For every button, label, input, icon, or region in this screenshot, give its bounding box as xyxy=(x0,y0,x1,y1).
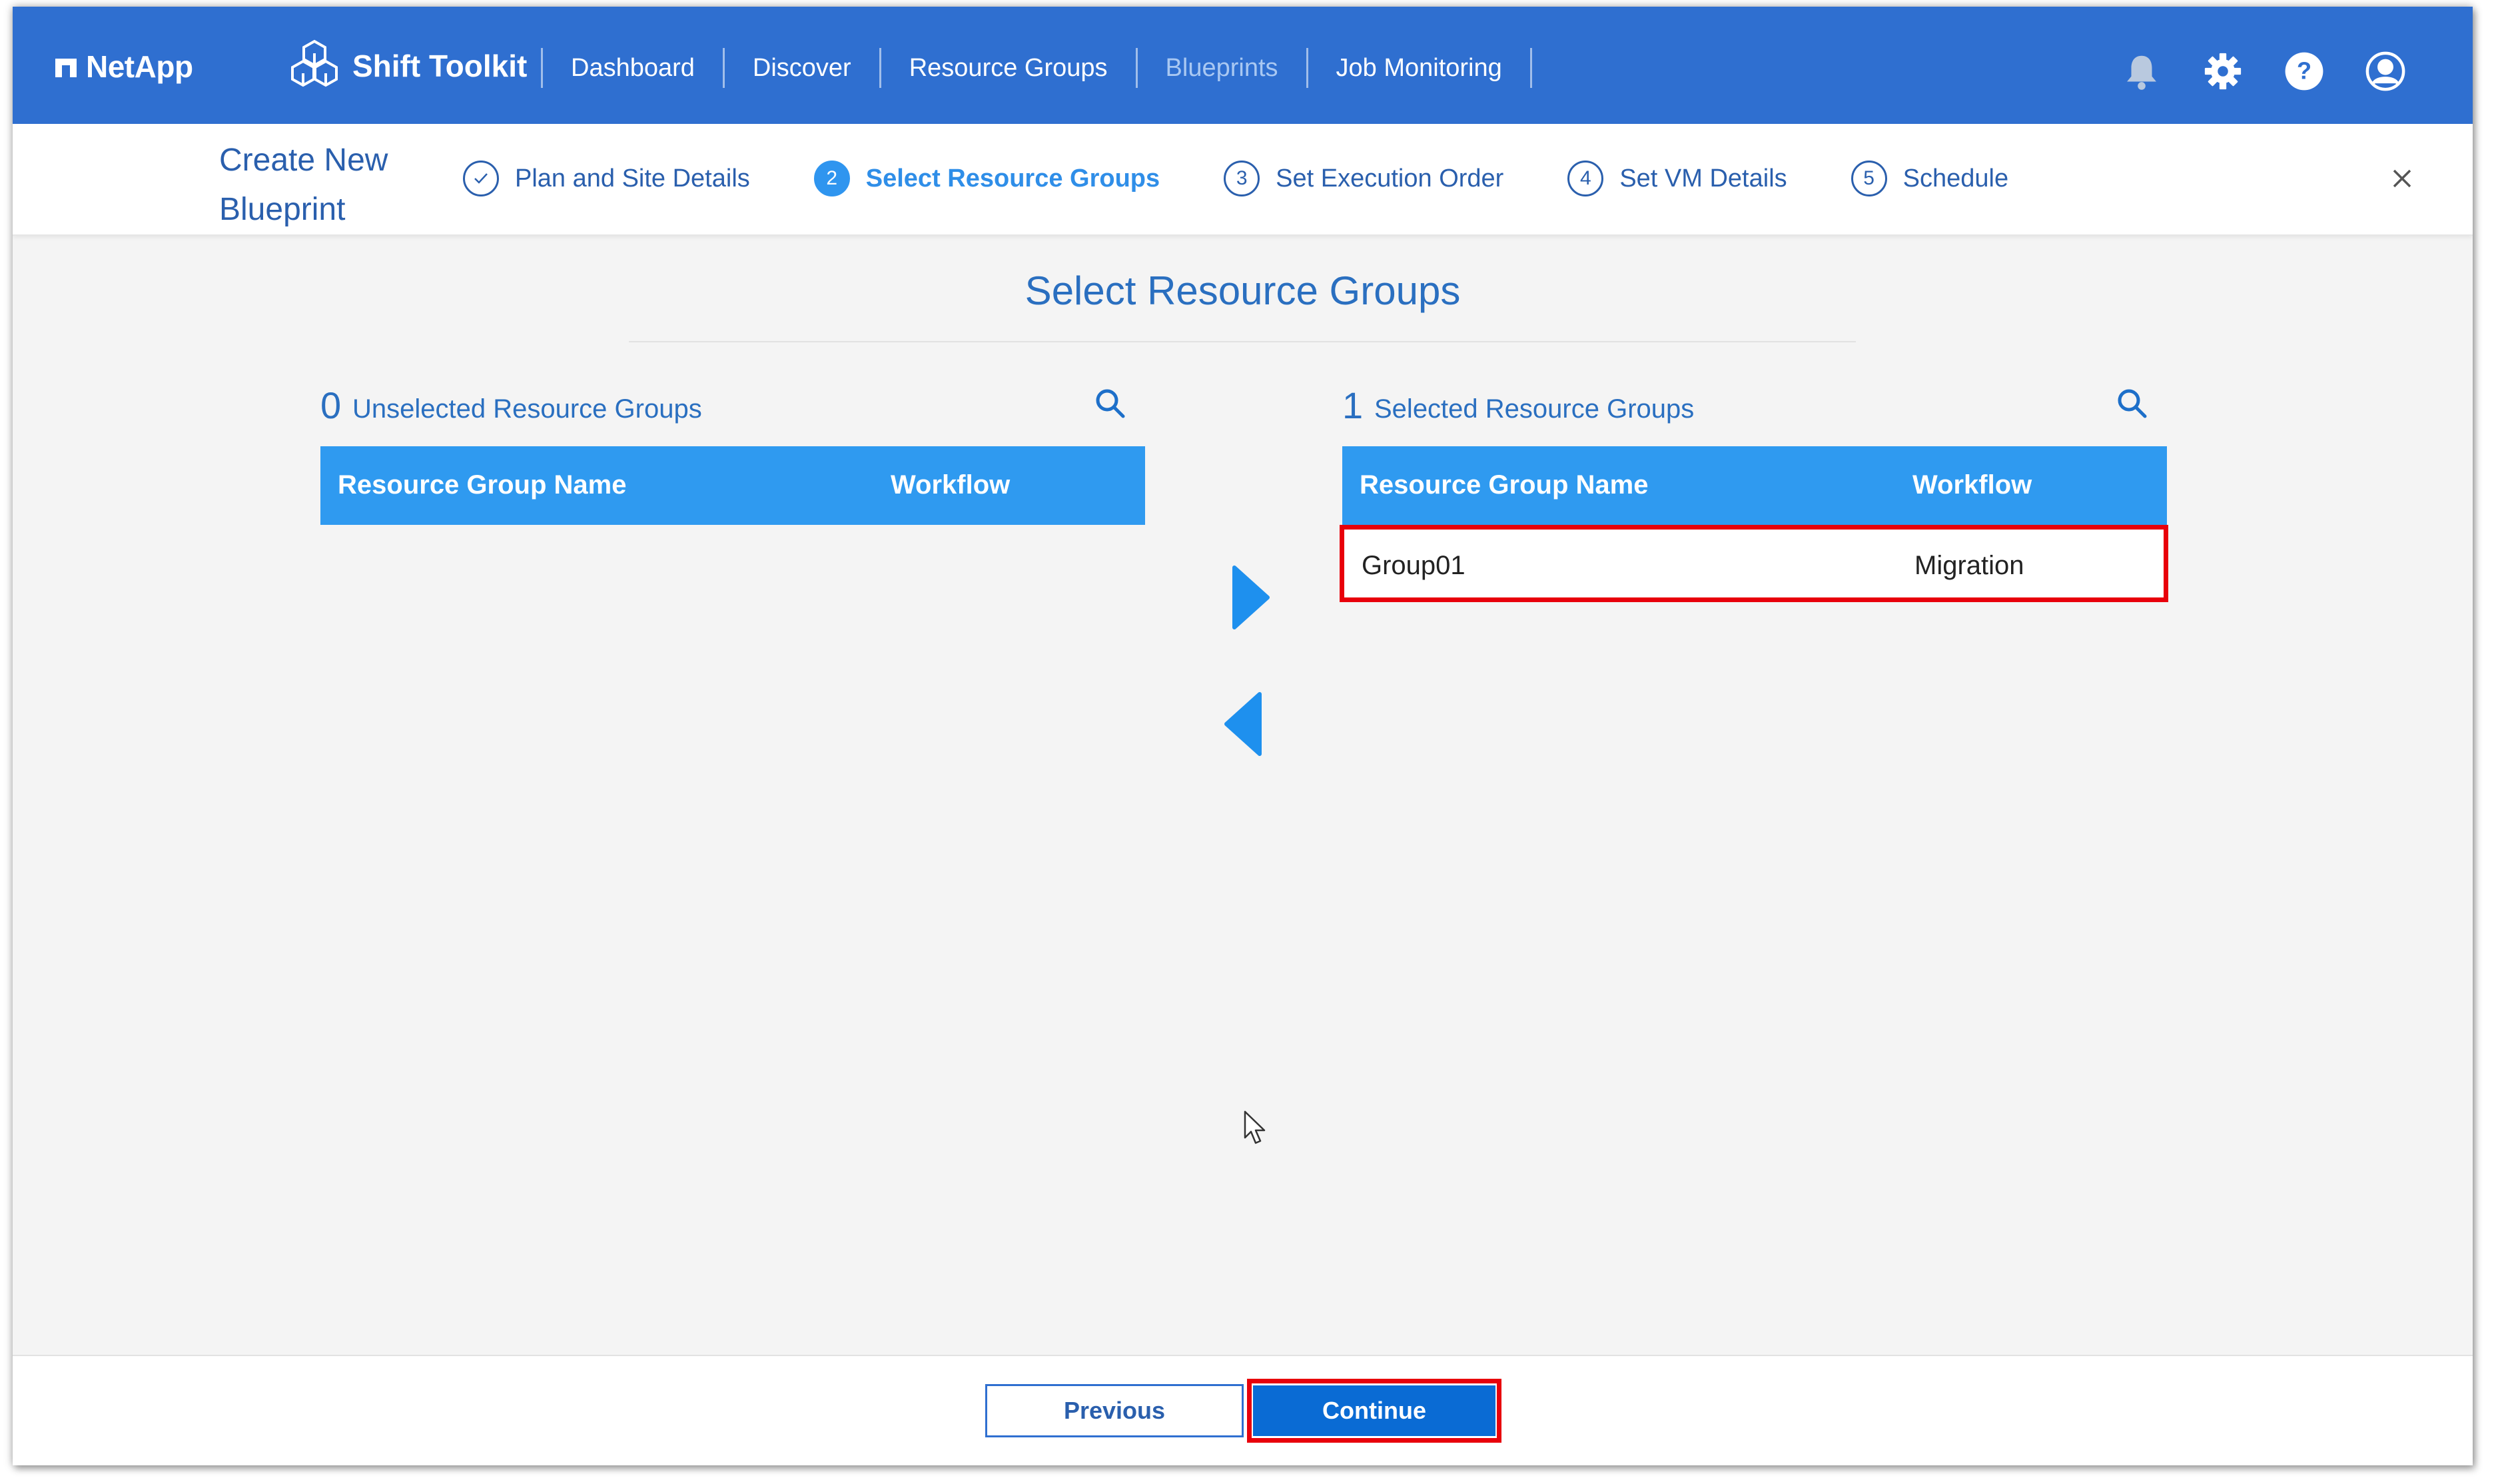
checkmark-icon xyxy=(463,161,499,196)
column-header-resource-group-name[interactable]: Resource Group Name xyxy=(1360,470,1648,500)
resource-group-name-cell: Group01 xyxy=(1362,551,1465,580)
heading-divider xyxy=(629,341,1856,342)
panel-title: Selected Resource Groups xyxy=(1374,394,1695,424)
workflow-cell: Migration xyxy=(1914,551,2024,580)
step-number: 3 xyxy=(1224,161,1260,196)
table-header: Resource Group Name Workflow xyxy=(320,446,1145,525)
step-label: Plan and Site Details xyxy=(515,164,750,192)
product-name: Shift Toolkit xyxy=(352,49,528,83)
selected-count: 1 xyxy=(1342,384,1364,426)
shift-toolkit-icon xyxy=(291,39,338,87)
step-label: Set VM Details xyxy=(1619,164,1787,192)
move-left-button[interactable] xyxy=(1221,687,1268,761)
netapp-logo[interactable]: NetApp xyxy=(54,47,193,87)
top-navigation: NetApp Shift Toolkit Dashboard Discover … xyxy=(13,7,2473,124)
step-select-resource-groups[interactable]: 2 Select Resource Groups xyxy=(813,161,1160,196)
nav-discover[interactable]: Discover xyxy=(725,48,879,88)
main-nav: Dashboard Discover Resource Groups Bluep… xyxy=(541,48,1532,88)
table-header: Resource Group Name Workflow xyxy=(1342,446,2167,525)
nav-divider xyxy=(1529,48,1532,88)
step-label: Schedule xyxy=(1902,164,2009,192)
search-icon[interactable] xyxy=(2115,386,2148,420)
triangle-left-icon xyxy=(1224,692,1262,756)
step-number: 5 xyxy=(1851,161,1887,196)
nav-icon-group: ? xyxy=(2081,48,2406,95)
product-title[interactable]: Shift Toolkit xyxy=(288,39,527,93)
search-icon[interactable] xyxy=(1093,386,1126,420)
step-set-execution-order[interactable]: 3 Set Execution Order xyxy=(1224,161,1503,196)
nav-resource-groups[interactable]: Resource Groups xyxy=(881,48,1136,88)
app-window: NetApp Shift Toolkit Dashboard Discover … xyxy=(13,7,2473,1465)
panel-title: Unselected Resource Groups xyxy=(352,394,702,424)
wizard-steps: Plan and Site Details 2 Select Resource … xyxy=(463,157,2072,200)
svg-text:?: ? xyxy=(2297,57,2311,85)
mouse-cursor-icon xyxy=(1244,1110,1266,1144)
triangle-right-icon xyxy=(1232,565,1270,629)
column-header-workflow[interactable]: Workflow xyxy=(1912,470,2032,500)
gear-icon[interactable] xyxy=(2202,51,2244,92)
column-header-resource-group-name[interactable]: Resource Group Name xyxy=(338,470,626,500)
brand-name: NetApp xyxy=(86,49,193,84)
unselected-count: 0 xyxy=(320,384,342,426)
nav-blueprints[interactable]: Blueprints xyxy=(1138,48,1306,88)
help-icon[interactable]: ? xyxy=(2284,51,2325,92)
step-number: 4 xyxy=(1567,161,1604,196)
previous-button[interactable]: Previous xyxy=(985,1384,1244,1437)
wizard-footer: Previous Continue xyxy=(13,1355,2473,1465)
netapp-logo-icon xyxy=(55,59,77,77)
nav-dashboard[interactable]: Dashboard xyxy=(543,48,723,88)
wizard-title: Create New Blueprint xyxy=(219,143,388,227)
step-schedule[interactable]: 5 Schedule xyxy=(1851,161,2008,196)
nav-job-monitoring[interactable]: Job Monitoring xyxy=(1308,48,1530,88)
panel-header: 0 Unselected Resource Groups xyxy=(320,380,1145,446)
table-row[interactable]: Group01 Migration xyxy=(1340,525,2168,602)
unselected-resource-groups-panel: 0 Unselected Resource Groups Resource Gr… xyxy=(320,380,1145,525)
column-header-workflow[interactable]: Workflow xyxy=(891,470,1010,500)
page-title: Select Resource Groups xyxy=(1025,268,1461,313)
wizard-stepper: Create New Blueprint Plan and Site Detai… xyxy=(13,124,2473,236)
step-number: 2 xyxy=(813,161,850,196)
move-right-button[interactable] xyxy=(1226,561,1273,634)
step-label: Set Execution Order xyxy=(1276,164,1504,192)
continue-button[interactable]: Continue xyxy=(1253,1385,1495,1436)
user-icon[interactable] xyxy=(2365,51,2406,92)
panel-header: 1 Selected Resource Groups xyxy=(1342,380,2167,446)
selected-resource-groups-panel: 1 Selected Resource Groups Resource Grou… xyxy=(1340,380,2168,602)
bell-icon[interactable] xyxy=(2121,51,2162,92)
close-icon[interactable] xyxy=(2389,165,2415,192)
step-set-vm-details[interactable]: 4 Set VM Details xyxy=(1567,161,1787,196)
step-label: Select Resource Groups xyxy=(865,164,1160,192)
step-plan-and-site-details[interactable]: Plan and Site Details xyxy=(463,161,750,196)
